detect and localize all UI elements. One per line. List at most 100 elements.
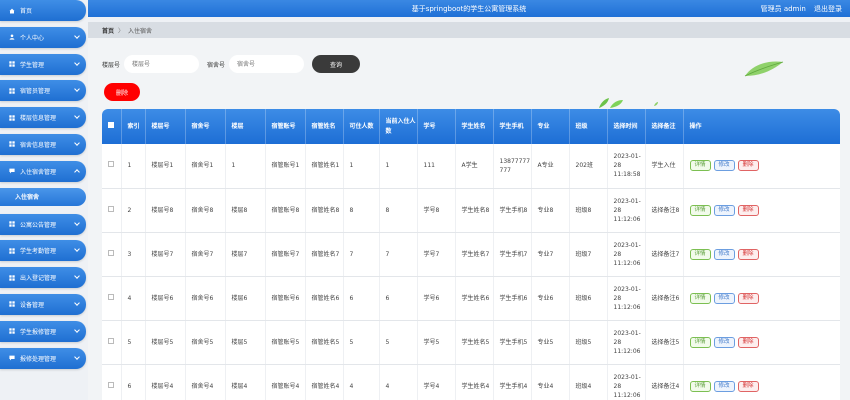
edit-button[interactable]: 修改: [713, 248, 735, 260]
cell-current: 6: [379, 276, 418, 321]
batch-delete-button[interactable]: 删除: [104, 83, 140, 101]
sidebar-item-home[interactable]: 首页: [0, 0, 86, 21]
cell-mgr-acct: 宿管账号8: [265, 188, 306, 233]
actions-cell: 详情 修改 删除: [683, 232, 840, 277]
home-icon: [9, 8, 15, 14]
chat-icon: [9, 168, 15, 174]
cell-student-name: A学生: [455, 144, 494, 189]
sidebar-item-label: 首页: [20, 8, 33, 15]
edit-button[interactable]: 修改: [713, 160, 735, 172]
cell-class: 班级8: [569, 188, 608, 233]
cell-time: 2023-01-28 11:18:58: [607, 144, 646, 189]
sidebar-item-label: 出入登记管理: [20, 275, 57, 283]
sidebar-item-1[interactable]: 个人中心: [0, 26, 86, 48]
sidebar: 首页个人中心学生管理宿管员管理楼层信息管理 宿舍信息管理 入住宿舍管理 入住宿舍公寓公…: [0, 0, 88, 400]
sidebar-item-4[interactable]: 楼层信息管理: [0, 107, 86, 129]
column-header: 索引: [121, 109, 146, 144]
delete-row-button[interactable]: 删除: [737, 380, 759, 392]
cell-room-no: 宿舍号6: [185, 276, 226, 321]
submenu-item-checkin[interactable]: 入住宿舍: [0, 187, 86, 206]
sidebar-item-label: 学生考勤管理: [20, 248, 57, 256]
row-checkbox[interactable]: [108, 381, 114, 388]
cell-floor: 楼层8: [225, 188, 266, 233]
cell-capacity: 8: [343, 188, 380, 233]
cell-mgr-name: 宿管姓名8: [305, 188, 344, 233]
cell-student-name: 学生姓名4: [455, 364, 494, 400]
row-checkbox[interactable]: [108, 205, 114, 212]
floor-no-input[interactable]: [124, 55, 200, 73]
table-row: 1 楼层号1 宿舍号1 1 宿管账号1 宿管姓名1 1 1 111 A学生 13877777777 A…: [102, 144, 840, 189]
breadcrumb-home[interactable]: 首页: [102, 26, 114, 35]
sidebar-item-3[interactable]: 宿管员管理: [0, 80, 86, 102]
cell-current: 7: [379, 232, 418, 277]
delete-row-button[interactable]: 删除: [737, 204, 759, 216]
cell-floor: 楼层5: [225, 320, 266, 365]
cell-mgr-name: 宿管姓名7: [305, 232, 344, 277]
cell-student-no: 学号7: [417, 232, 456, 277]
detail-button[interactable]: 详情: [689, 380, 711, 392]
detail-button[interactable]: 详情: [689, 336, 711, 348]
delete-row-button[interactable]: 删除: [737, 292, 759, 304]
select-all-checkbox[interactable]: [108, 121, 114, 128]
chevron-down-icon: [74, 273, 80, 280]
column-header: 学生姓名: [455, 109, 494, 144]
sidebar-item-5[interactable]: 宿舍信息管理: [0, 133, 86, 155]
row-checkbox[interactable]: [108, 337, 114, 344]
room-no-input[interactable]: [229, 55, 305, 73]
delete-row-button[interactable]: 删除: [737, 160, 759, 172]
breadcrumb-separator: 〉: [118, 27, 125, 35]
table-header-row: 索引 楼层号 宿舍号 楼层 宿管账号 宿管姓名 可住人数 当前入住人数 学号 学生姓名 学生手机 专业…: [102, 109, 840, 144]
table-body: 1 楼层号1 宿舍号1 1 宿管账号1 宿管姓名1 1 1 111 A学生 13877777777 A…: [102, 144, 840, 400]
edit-button[interactable]: 修改: [713, 336, 735, 348]
row-checkbox[interactable]: [108, 161, 114, 168]
cell-current: 8: [379, 188, 418, 233]
column-header: 当前入住人数: [379, 109, 418, 144]
cell-room-no: 宿舍号7: [185, 232, 226, 277]
search-button[interactable]: 查询: [312, 55, 361, 73]
sidebar-item-12[interactable]: 报修处理管理: [0, 347, 86, 369]
actions-cell: 详情 修改 删除: [683, 276, 840, 321]
cell-capacity: 6: [343, 276, 380, 321]
actions-cell: 详情 修改 删除: [683, 144, 840, 189]
cell-phone: 学生手机6: [493, 276, 532, 321]
column-header: 学生手机: [493, 109, 532, 144]
row-select-cell: [102, 232, 122, 277]
logout-link[interactable]: 退出登录: [814, 5, 842, 13]
sidebar-item-9[interactable]: 出入登记管理: [0, 267, 86, 289]
sidebar-item-2[interactable]: 学生管理: [0, 53, 86, 75]
cell-capacity: 1: [343, 144, 380, 189]
cell-capacity: 4: [343, 364, 380, 400]
cell-student-no: 111: [417, 144, 456, 189]
column-header: 学号: [417, 109, 456, 144]
sidebar-item-7[interactable]: 公寓公告管理: [0, 213, 86, 235]
breadcrumb-current: 入住宿舍: [128, 27, 153, 35]
detail-button[interactable]: 详情: [689, 292, 711, 304]
detail-button[interactable]: 详情: [689, 160, 711, 172]
chevron-down-icon: [74, 86, 80, 93]
sidebar-item-8[interactable]: 学生考勤管理: [0, 240, 86, 262]
cell-class: 202班: [569, 144, 608, 189]
actions-cell: 详情 修改 删除: [683, 364, 840, 400]
chevron-down-icon: [74, 353, 80, 360]
cell-floor-no: 楼层号6: [145, 276, 186, 321]
sidebar-item-11[interactable]: 学生报修管理: [0, 320, 86, 342]
sidebar-item-6[interactable]: 入住宿舍管理: [0, 160, 86, 182]
edit-button[interactable]: 修改: [713, 204, 735, 216]
edit-button[interactable]: 修改: [713, 292, 735, 304]
cell-class: 班级6: [569, 276, 608, 321]
column-header: 宿舍号: [185, 109, 226, 144]
column-header: 操作: [683, 109, 840, 144]
delete-row-button[interactable]: 删除: [737, 248, 759, 260]
row-checkbox[interactable]: [108, 249, 114, 256]
sidebar-item-10[interactable]: 设备管理: [0, 293, 86, 315]
leaf-decoration-icon: [744, 61, 784, 77]
delete-row-button[interactable]: 删除: [737, 336, 759, 348]
column-header: 可住人数: [343, 109, 380, 144]
row-checkbox[interactable]: [108, 293, 114, 300]
cell-phone: 学生手机4: [493, 364, 532, 400]
detail-button[interactable]: 详情: [689, 204, 711, 216]
cell-note: 选择备注6: [645, 276, 684, 321]
edit-button[interactable]: 修改: [713, 380, 735, 392]
cell-time: 2023-01-28 11:12:06: [607, 320, 646, 365]
detail-button[interactable]: 详情: [689, 248, 711, 260]
